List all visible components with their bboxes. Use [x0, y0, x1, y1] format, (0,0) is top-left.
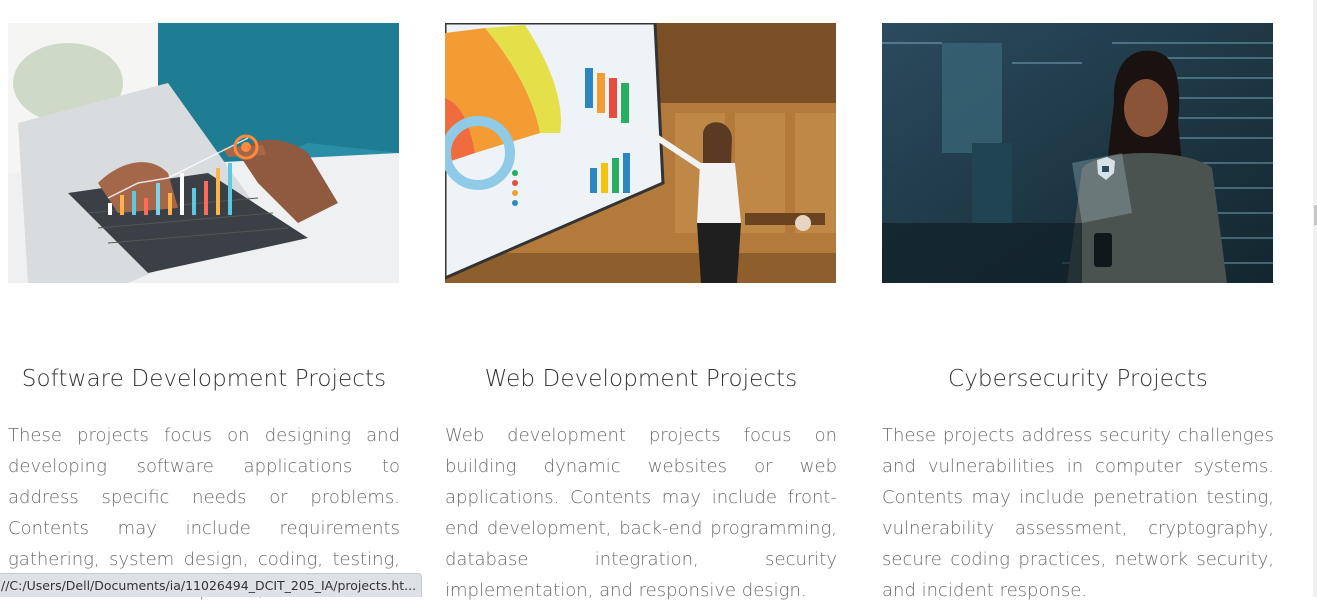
card-title: Web Development Projects — [484, 366, 798, 392]
card-title: Cybersecurity Projects — [948, 366, 1208, 392]
browser-status-bar-link-preview: //C:/Users/Dell/Documents/ia/11026494_DC… — [0, 573, 422, 597]
card-title: Software Development Projects — [21, 366, 387, 392]
software-dev-image — [8, 23, 399, 283]
web-dev-image — [445, 23, 836, 283]
cybersecurity-image — [882, 23, 1273, 283]
card-description: These projects address security challeng… — [882, 425, 1274, 601]
page-scrollbar[interactable] — [1313, 0, 1317, 597]
card-description: Web development projects focus on buildi… — [445, 425, 837, 601]
